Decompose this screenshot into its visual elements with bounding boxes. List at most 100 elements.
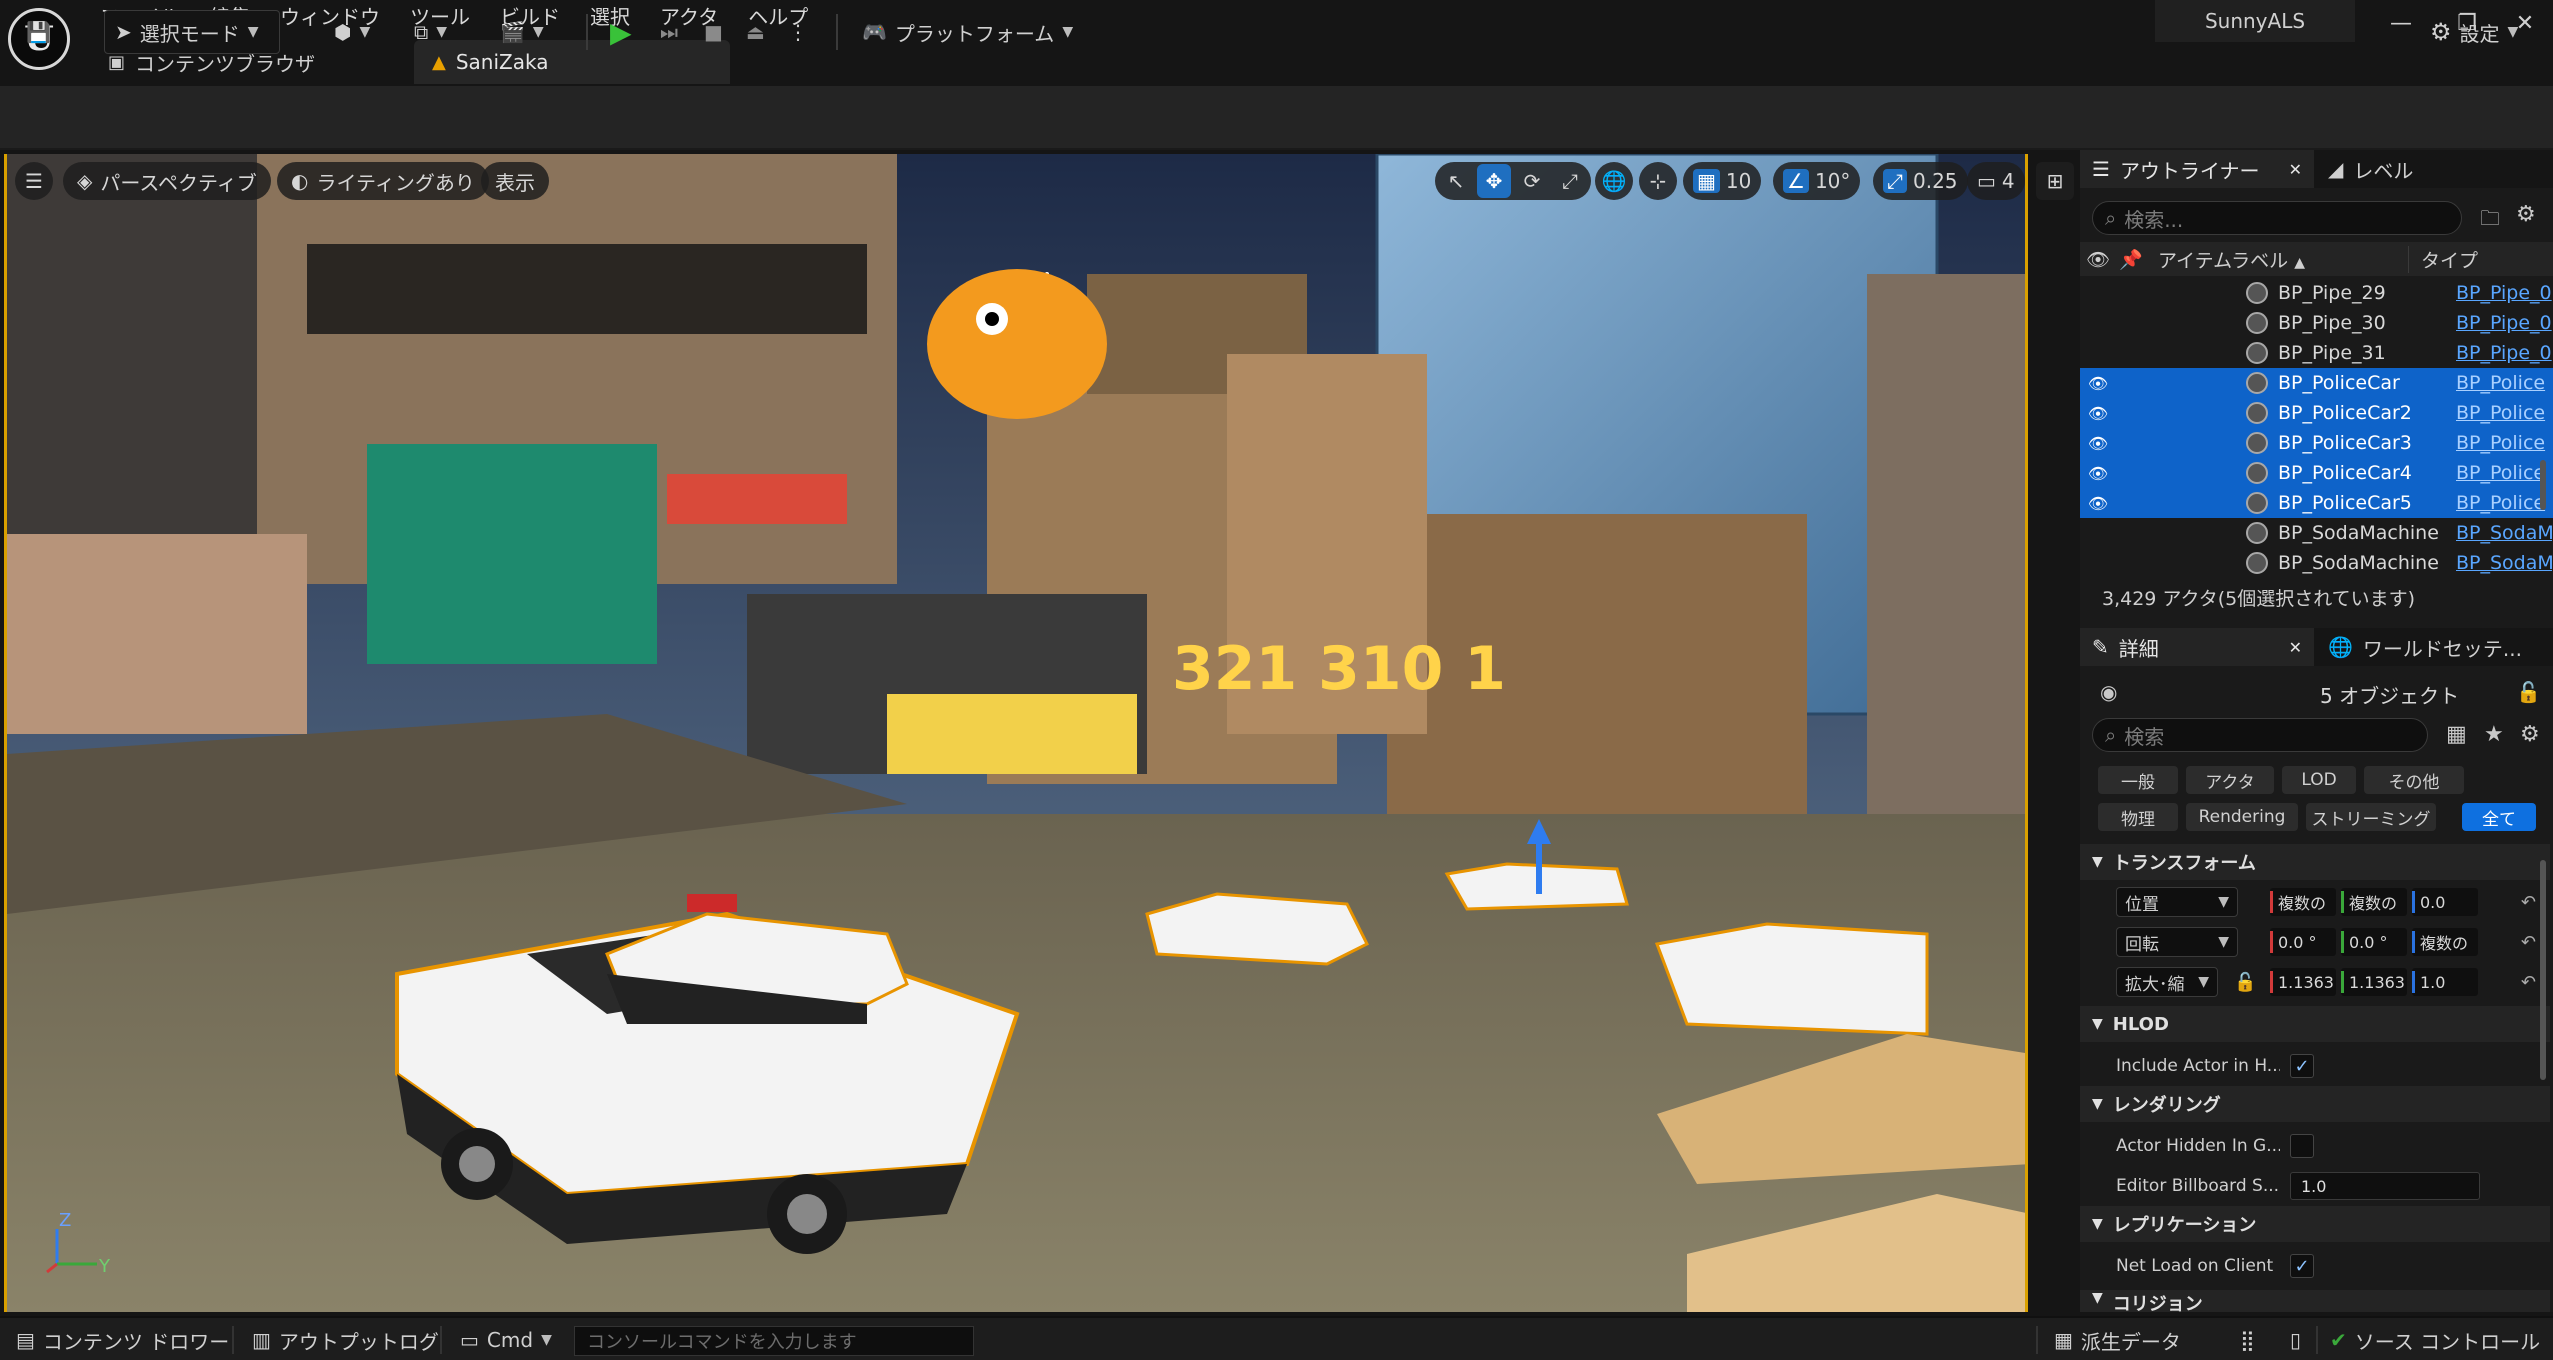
platform-dropdown[interactable]: 🎮 プラットフォーム ▼ <box>852 10 1083 54</box>
transform-section-header[interactable]: ▼ トランスフォーム <box>2080 844 2550 880</box>
outliner-row[interactable]: BP_Pipe_29 BP_Pipe_0 <box>2080 278 2553 308</box>
outliner-item-type-link[interactable]: BP_Pipe_0 <box>2456 312 2552 334</box>
outliner-item-type-link[interactable]: BP_Police <box>2456 462 2552 484</box>
outliner-item-type-link[interactable]: BP_Police <box>2456 492 2552 514</box>
scale-x-field[interactable]: 1.1363 <box>2270 968 2336 996</box>
filter-streaming[interactable]: ストリーミング <box>2306 803 2436 831</box>
details-scrollbar[interactable] <box>2540 860 2546 1080</box>
outliner-item-type-link[interactable]: BP_Police <box>2456 372 2552 394</box>
stop-button[interactable]: ■ <box>694 10 733 54</box>
scale-y-field[interactable]: 1.1363 <box>2341 968 2407 996</box>
filter-general[interactable]: 一般 <box>2098 766 2178 794</box>
visibility-eye-icon[interactable]: 👁 <box>2080 404 2116 423</box>
rendering-section-header[interactable]: ▼ レンダリング <box>2080 1086 2550 1122</box>
grid-snap-control[interactable]: ▦ 10 <box>1683 162 1762 200</box>
lighting-button[interactable]: ◐ ライティングあり <box>277 162 489 200</box>
outliner-row[interactable]: 👁 BP_PoliceCar3 BP_Police <box>2080 428 2553 458</box>
filter-physics[interactable]: 物理 <box>2098 803 2178 831</box>
visibility-eye-icon[interactable]: 👁 <box>2080 494 2116 513</box>
outliner-item-type-link[interactable]: BP_SodaM <box>2456 552 2552 574</box>
location-x-field[interactable]: 複数の <box>2270 888 2336 916</box>
rotation-x-field[interactable]: 0.0 ° <box>2270 928 2336 956</box>
filter-all[interactable]: 全て <box>2462 803 2536 831</box>
rotate-tool-icon[interactable]: ⟳ <box>1515 164 1549 198</box>
lock-icon[interactable]: 🔓 <box>2516 680 2541 704</box>
outliner-row[interactable]: BP_Pipe_31 BP_Pipe_0 <box>2080 338 2553 368</box>
source-control-button[interactable]: ✔ ソース コントロール <box>2320 1318 2550 1360</box>
collision-section-header[interactable]: ▼ コリジョン <box>2080 1290 2550 1312</box>
camera-speed-control[interactable]: ▭ 4 <box>1967 162 2025 200</box>
billboard-scale-field[interactable]: 1.0 <box>2290 1172 2480 1200</box>
close-icon[interactable]: ✕ <box>2289 638 2302 657</box>
location-dropdown[interactable]: 位置 ▼ <box>2116 887 2238 917</box>
surface-snap-toggle[interactable]: ⊹ <box>1639 162 1677 200</box>
outliner-item-type-link[interactable]: BP_Police <box>2456 432 2552 454</box>
outliner-row[interactable]: BP_SodaMachine BP_SodaM <box>2080 548 2553 578</box>
rotation-dropdown[interactable]: 回転 ▼ <box>2116 927 2238 957</box>
outliner-row[interactable]: BP_Pipe_30 BP_Pipe_0 <box>2080 308 2553 338</box>
filter-misc[interactable]: その他 <box>2364 766 2464 794</box>
step-button[interactable]: ⏭ <box>650 10 688 54</box>
show-button[interactable]: 表示 <box>481 162 549 200</box>
level-viewport[interactable]: 321 310 1 Z Y ☰ ◈ パースペクティブ ◐ ライティングあり 表示… <box>4 154 2028 1312</box>
replication-section-header[interactable]: ▼ レプリケーション <box>2080 1206 2550 1242</box>
select-mode-dropdown[interactable]: ➤ 選択モード ▼ <box>104 10 280 54</box>
outliner-row[interactable]: 👁 BP_PoliceCar BP_Police <box>2080 368 2553 398</box>
settings-button[interactable]: ⚙ 設定 ▼ <box>2420 10 2528 54</box>
star-icon[interactable]: ★ <box>2484 722 2504 747</box>
outliner-item-type-link[interactable]: BP_SodaM <box>2456 522 2552 544</box>
filter-actor[interactable]: アクタ <box>2186 766 2274 794</box>
outliner-row[interactable]: 👁 BP_PoliceCar4 BP_Police <box>2080 458 2553 488</box>
viewport-menu-button[interactable]: ☰ <box>15 162 53 200</box>
outliner-search-input[interactable]: ⌕ 検索... <box>2092 201 2462 235</box>
visibility-eye-icon[interactable]: 👁 <box>2080 374 2116 393</box>
eject-button[interactable]: ⏏ <box>736 10 775 54</box>
reset-arrow-icon[interactable]: ↶ <box>2521 972 2536 993</box>
world-local-toggle[interactable]: 🌐 <box>1595 162 1633 200</box>
table-view-icon[interactable]: ▦ <box>2446 722 2467 747</box>
play-options-button[interactable]: ⋮ <box>778 10 818 54</box>
play-button[interactable]: ▶ <box>600 10 642 54</box>
outliner-scrollbar[interactable] <box>2540 460 2546 510</box>
visibility-eye-icon[interactable]: 👁 <box>2080 464 2116 483</box>
console-command-input[interactable]: コンソールコマンドを入力します <box>574 1326 974 1356</box>
save-button[interactable]: 💾 <box>16 10 61 54</box>
reset-arrow-icon[interactable]: ↶ <box>2521 892 2536 913</box>
location-z-field[interactable]: 0.0 <box>2412 888 2478 916</box>
hlod-section-header[interactable]: ▼ HLOD <box>2080 1006 2550 1042</box>
location-y-field[interactable]: 複数の <box>2341 888 2407 916</box>
tab-world-settings[interactable]: 🌐 ワールドセッテ... <box>2316 628 2553 666</box>
outliner-row[interactable]: BP_SodaMachine BP_SodaM <box>2080 518 2553 548</box>
outliner-item-type-link[interactable]: BP_Pipe_0 <box>2456 282 2552 304</box>
filter-rendering[interactable]: Rendering <box>2186 803 2298 831</box>
cmd-dropdown[interactable]: ▭ Cmd ▼ <box>450 1318 562 1360</box>
lock-icon[interactable]: 🔓 <box>2234 972 2270 993</box>
scale-tool-icon[interactable]: ⤢ <box>1553 164 1587 198</box>
outliner-row[interactable]: 👁 BP_PoliceCar2 BP_Police <box>2080 398 2553 428</box>
net-load-checkbox[interactable]: ✓ <box>2290 1254 2314 1278</box>
cinematics-button[interactable]: 🎬 ▼ <box>490 10 554 54</box>
blueprint-button[interactable]: ⧉ ▼ <box>404 10 457 54</box>
viewport-layout-button[interactable]: ⊞ <box>2036 162 2074 200</box>
tab-outliner[interactable]: ☰ アウトライナー ✕ <box>2080 150 2314 188</box>
outliner-row[interactable]: 👁 BP_PoliceCar5 BP_Police <box>2080 488 2553 518</box>
content-drawer-button[interactable]: ▤ コンテンツ ドロワー <box>6 1318 239 1360</box>
rotation-snap-control[interactable]: ∠ 10° <box>1773 162 1861 200</box>
filter-lod[interactable]: LOD <box>2282 766 2356 794</box>
minimize-button[interactable]: — <box>2378 6 2424 42</box>
dots-icon[interactable]: ⣿ <box>2230 1318 2265 1360</box>
type-column[interactable]: タイプ <box>2408 245 2478 273</box>
select-tool-icon[interactable]: ↖ <box>1439 164 1473 198</box>
perspective-button[interactable]: ◈ パースペクティブ <box>63 162 271 200</box>
actor-hidden-checkbox[interactable] <box>2290 1134 2314 1158</box>
output-log-button[interactable]: ▥ アウトプットログ <box>242 1318 449 1360</box>
tab-details[interactable]: ✎ 詳細 ✕ <box>2080 628 2314 666</box>
outliner-item-type-link[interactable]: BP_Pipe_0 <box>2456 342 2552 364</box>
doc-icon[interactable]: ▯ <box>2280 1318 2311 1360</box>
rotation-z-field[interactable]: 複数の <box>2412 928 2478 956</box>
close-icon[interactable]: ✕ <box>2289 160 2302 179</box>
tab-levels[interactable]: ◢ レベル <box>2316 150 2425 188</box>
derived-data-button[interactable]: ▦ 派生データ <box>2044 1318 2191 1360</box>
visibility-column-icon[interactable]: 👁 <box>2080 248 2116 271</box>
add-folder-icon[interactable]: 🗀 <box>2480 204 2500 238</box>
